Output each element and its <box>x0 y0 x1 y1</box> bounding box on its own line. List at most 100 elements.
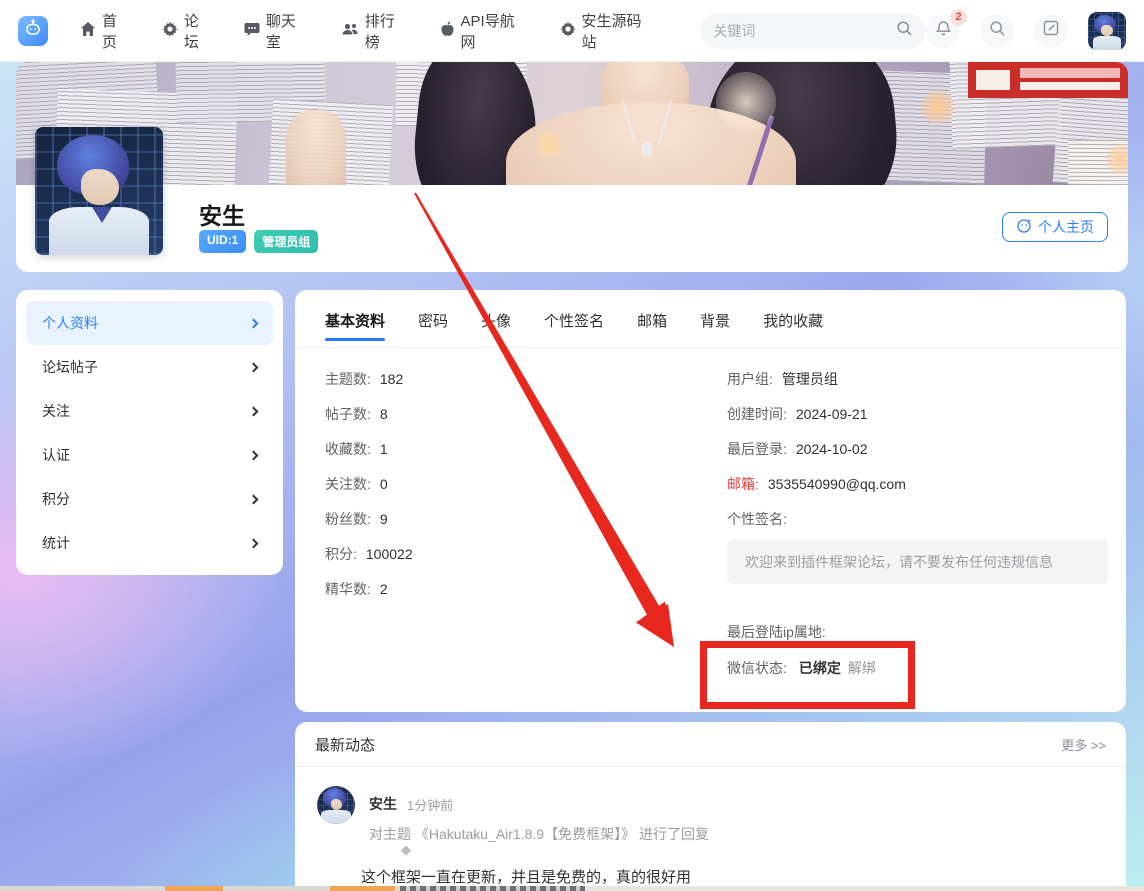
nav-item-ranking[interactable]: 排行榜 <box>341 10 410 52</box>
post-author-avatar[interactable] <box>317 786 355 824</box>
chevron-right-icon <box>249 318 259 328</box>
nav-label: API导航网 <box>461 10 530 52</box>
top-navbar: 首页 论坛 聊天室 排行榜 <box>0 0 1144 62</box>
nav-item-home[interactable]: 首页 <box>80 10 132 52</box>
stat-following: 关注数:0 <box>325 466 413 501</box>
gear-icon <box>162 21 178 41</box>
search-icon[interactable] <box>896 20 913 42</box>
robot-logo-icon <box>23 18 43 43</box>
tab-background[interactable]: 背景 <box>700 310 730 345</box>
sidebar-item-label: 个人资料 <box>42 313 98 333</box>
page: 首页 论坛 聊天室 排行榜 <box>0 0 1144 891</box>
profile-main-card: 基本资料 密码 头像 个性签名 邮箱 背景 我的收藏 主题数:182 帖子数:8… <box>295 290 1126 712</box>
signature-placeholder-text: 欢迎来到插件框架论坛，请不要发布任何违规信息 <box>745 552 1053 572</box>
latest-activity-card: 最新动态 更多 >> 安生 1分钟前 对主题 《Hakutaku_Air1.8.… <box>295 722 1126 891</box>
nav-label: 聊天室 <box>266 10 311 52</box>
post-author-name[interactable]: 安生 <box>369 794 397 814</box>
uid-badge: UID:1 <box>199 230 246 253</box>
nav-label: 论坛 <box>184 10 214 52</box>
stat-digests: 精华数:2 <box>325 571 413 606</box>
sidebar-item-verification[interactable]: 认证 <box>26 433 273 477</box>
avatar-face <box>331 799 342 810</box>
wechat-status-value: 已绑定 <box>799 658 841 678</box>
nav-item-api-nav[interactable]: API导航网 <box>440 10 530 52</box>
profile-badges: UID:1 管理员组 <box>199 230 318 253</box>
nav-label: 排行榜 <box>365 10 410 52</box>
gear-icon <box>560 21 576 41</box>
avatar-face <box>1101 25 1113 36</box>
tab-signature[interactable]: 个性签名 <box>544 310 604 345</box>
sidebar-item-label: 论坛帖子 <box>42 357 98 377</box>
nav-menu: 首页 论坛 聊天室 排行榜 <box>80 10 656 52</box>
profile-tabs: 基本资料 密码 头像 个性签名 邮箱 背景 我的收藏 <box>325 310 823 345</box>
chevron-right-icon <box>249 450 259 460</box>
usergroup-badge: 管理员组 <box>254 230 318 253</box>
tab-avatar[interactable]: 头像 <box>481 310 511 345</box>
navbar-right: 2 <box>926 12 1126 50</box>
avatar-shirt <box>321 810 351 824</box>
post-timestamp: 1分钟前 <box>407 795 453 814</box>
nav-label: 安生源码站 <box>582 10 657 52</box>
bottom-cropped-content <box>0 886 1144 891</box>
stat-topics: 主题数:182 <box>325 361 413 396</box>
post-reply-content: 这个框架一直在更新，并且是免费的，真的很好用 <box>361 866 691 887</box>
profile-header-card: 安生 UID:1 管理员组 个人主页 <box>16 62 1128 272</box>
diamond-icon: ◆ <box>401 842 411 858</box>
sidebar-item-points[interactable]: 积分 <box>26 477 273 521</box>
users-icon <box>341 21 359 41</box>
wechat-status-label: 微信状态: <box>727 658 787 678</box>
stat-points: 积分:100022 <box>325 536 413 571</box>
stat-fans: 粉丝数:9 <box>325 501 413 536</box>
home-icon <box>80 21 96 41</box>
chat-icon <box>244 21 260 41</box>
profile-sidebar: 个人资料 论坛帖子 关注 认证 积分 统计 <box>16 290 283 575</box>
search-input[interactable] <box>713 23 896 39</box>
tab-email[interactable]: 邮箱 <box>637 310 667 345</box>
sidebar-item-label: 认证 <box>42 445 70 465</box>
avatar-shirt <box>1093 36 1121 50</box>
post-action-text[interactable]: 对主题 《Hakutaku_Air1.8.9【免费框架】》 进行了回复 <box>369 824 709 844</box>
sidebar-item-follows[interactable]: 关注 <box>26 389 273 433</box>
activity-divider <box>295 766 1126 767</box>
tab-favorites[interactable]: 我的收藏 <box>763 310 823 345</box>
profile-banner-image <box>16 62 1128 185</box>
sidebar-item-statistics[interactable]: 统计 <box>26 521 273 565</box>
tabs-divider <box>295 347 1126 348</box>
detail-signature-label: 个性签名: <box>727 501 1109 536</box>
profile-avatar[interactable] <box>35 127 163 255</box>
details-column: 用户组:管理员组 创建时间:2024-09-21 最后登录:2024-10-02… <box>727 361 1109 584</box>
search-icon <box>989 20 1006 42</box>
profile-username: 安生 <box>199 197 245 231</box>
nav-item-forum[interactable]: 论坛 <box>162 10 214 52</box>
tab-basic-info[interactable]: 基本资料 <box>325 310 385 345</box>
nav-item-chatroom[interactable]: 聊天室 <box>244 10 311 52</box>
activity-more-link[interactable]: 更多 >> <box>1061 735 1106 754</box>
sidebar-item-personal-info[interactable]: 个人资料 <box>26 301 273 345</box>
personal-homepage-button[interactable]: 个人主页 <box>1002 212 1108 242</box>
chevron-right-icon <box>249 362 259 372</box>
avatar-collar <box>92 207 112 223</box>
stat-favorites: 收藏数:1 <box>325 431 413 466</box>
nav-label: 首页 <box>102 10 132 52</box>
user-avatar[interactable] <box>1088 12 1126 50</box>
detail-created: 创建时间:2024-09-21 <box>727 396 1109 431</box>
smiley-icon <box>1016 218 1032 237</box>
notifications-button[interactable]: 2 <box>926 14 960 48</box>
signature-input[interactable]: 欢迎来到插件框架论坛，请不要发布任何违规信息 <box>727 539 1108 584</box>
compose-button[interactable] <box>1034 14 1068 48</box>
chevron-right-icon <box>249 406 259 416</box>
avatar-face <box>81 169 119 205</box>
search-button[interactable] <box>980 14 1014 48</box>
activity-title: 最新动态 <box>315 734 375 755</box>
wechat-unbind-link[interactable]: 解绑 <box>848 658 876 678</box>
homepage-button-label: 个人主页 <box>1038 217 1094 237</box>
sidebar-item-label: 积分 <box>42 489 70 509</box>
site-logo[interactable] <box>18 16 48 46</box>
tab-password[interactable]: 密码 <box>418 310 448 345</box>
detail-usergroup: 用户组:管理员组 <box>727 361 1109 396</box>
nav-item-source-site[interactable]: 安生源码站 <box>560 10 657 52</box>
last-login-ip-label: 最后登陆ip属地: <box>727 622 826 642</box>
stat-posts: 帖子数:8 <box>325 396 413 431</box>
sidebar-item-forum-posts[interactable]: 论坛帖子 <box>26 345 273 389</box>
apple-icon <box>440 21 455 41</box>
